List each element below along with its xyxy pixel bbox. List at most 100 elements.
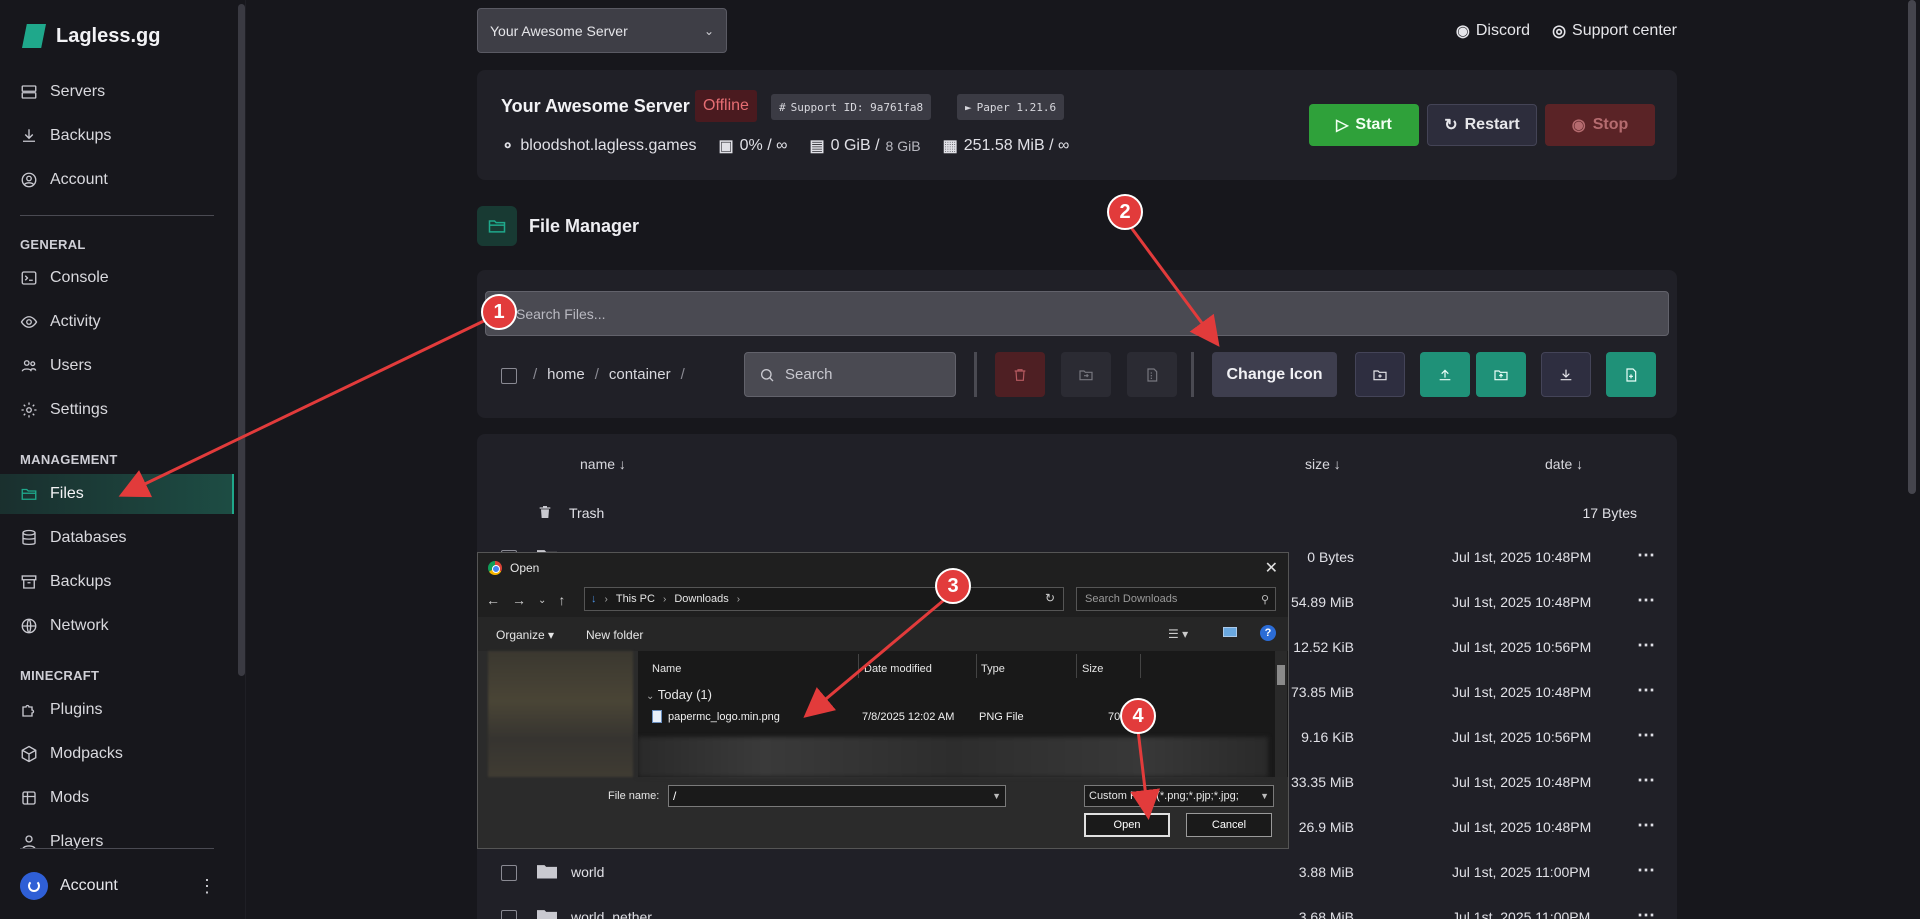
- more-horizontal-icon[interactable]: ⋯: [1637, 725, 1656, 746]
- sidebar-item-settings[interactable]: Settings: [20, 396, 108, 424]
- column-type[interactable]: Type: [981, 663, 1005, 675]
- sidebar-item-console[interactable]: Console: [20, 264, 109, 292]
- sidebar-item-activity[interactable]: Activity: [20, 308, 101, 336]
- sidebar-item-databases[interactable]: Databases: [20, 524, 127, 552]
- sidebar-item-plugins[interactable]: Plugins: [20, 696, 102, 724]
- breadcrumb: / home / container /: [533, 366, 685, 383]
- more-horizontal-icon[interactable]: ⋯: [1637, 770, 1656, 791]
- column-date[interactable]: date ↓: [1545, 456, 1583, 472]
- more-horizontal-icon[interactable]: ⋯: [1637, 860, 1656, 881]
- file-type-select[interactable]: Custom Files (*.png;*.pjp;*.jpg; ▼: [1084, 785, 1274, 807]
- dialog-scrollbar[interactable]: [1275, 651, 1287, 777]
- stop-button[interactable]: ◉ Stop: [1545, 104, 1655, 146]
- brand[interactable]: Lagless.gg: [22, 24, 160, 48]
- more-vertical-icon[interactable]: ⋮: [198, 876, 216, 897]
- new-file-button[interactable]: [1606, 352, 1656, 397]
- chevron-down-icon[interactable]: ⌄: [538, 595, 546, 606]
- sidebar-item-network[interactable]: Network: [20, 612, 109, 640]
- preview-pane-icon[interactable]: [1223, 627, 1237, 637]
- organize-menu[interactable]: Organize ▾: [496, 628, 554, 642]
- search-downloads-input[interactable]: Search Downloads ⚲: [1076, 587, 1276, 611]
- path-downloads[interactable]: Downloads: [674, 593, 728, 605]
- close-icon[interactable]: ✕: [1265, 558, 1278, 578]
- row-checkbox[interactable]: [501, 865, 517, 881]
- column-date-modified[interactable]: Date modified: [864, 663, 932, 675]
- file-plus-icon: [1626, 367, 1637, 382]
- change-icon-button[interactable]: Change Icon: [1212, 352, 1337, 397]
- sidebar-item-backups[interactable]: Backups: [20, 122, 111, 150]
- table-row[interactable]: world_nether 3.68 MiB Jul 1st, 2025 11:00P…: [477, 896, 1677, 919]
- select-all-checkbox[interactable]: [501, 368, 517, 384]
- back-arrow-icon[interactable]: ←: [486, 592, 500, 608]
- file-date: Jul 1st, 2025 10:48PM: [1452, 684, 1592, 700]
- sidebar-item-users[interactable]: Users: [20, 352, 92, 380]
- upload-folder-button[interactable]: [1476, 352, 1526, 397]
- restart-button[interactable]: ↻ Restart: [1427, 104, 1537, 146]
- column-size[interactable]: size ↓: [1305, 456, 1341, 472]
- support-id-chip[interactable]: # Support ID: 9a761fa8: [771, 94, 932, 120]
- chevron-down-icon[interactable]: ▼: [992, 791, 1001, 801]
- account-menu[interactable]: Account ⋮: [20, 872, 216, 900]
- delete-button[interactable]: [995, 352, 1045, 397]
- sidebar-scrollbar[interactable]: [238, 4, 245, 676]
- address-stat[interactable]: ⚬ bloodshot.lagless.games: [501, 136, 697, 156]
- more-horizontal-icon[interactable]: ⋯: [1637, 590, 1656, 611]
- page-scrollbar[interactable]: [1908, 0, 1916, 494]
- archive-button[interactable]: [1127, 352, 1177, 397]
- more-horizontal-icon[interactable]: ⋯: [1637, 635, 1656, 656]
- file-size: 0 Bytes: [1307, 549, 1354, 565]
- folder-icon: [537, 910, 557, 919]
- view-options-icon[interactable]: ☰ ▾: [1168, 627, 1188, 641]
- package-icon: [22, 791, 36, 805]
- sidebar-item-label: Files: [50, 485, 84, 502]
- sidebar-item-files[interactable]: Files: [20, 480, 84, 508]
- search-files-input[interactable]: Search Files...: [485, 291, 1669, 336]
- group-header[interactable]: ⌄ Today (1): [646, 687, 712, 702]
- sidebar-item-modpacks[interactable]: Modpacks: [20, 740, 123, 768]
- column-name[interactable]: Name: [652, 663, 681, 675]
- new-folder-button[interactable]: New folder: [586, 628, 643, 642]
- server-select[interactable]: Your Awesome Server ⌄: [477, 8, 727, 53]
- row-checkbox[interactable]: [501, 910, 517, 919]
- table-row[interactable]: world 3.88 MiB Jul 1st, 2025 11:00PM ⋯: [477, 851, 1677, 895]
- cancel-button[interactable]: Cancel: [1186, 813, 1272, 837]
- column-size[interactable]: Size: [1082, 663, 1103, 675]
- forward-arrow-icon[interactable]: →: [512, 592, 526, 608]
- trash-row[interactable]: Trash 17 Bytes: [477, 492, 1677, 536]
- search-input[interactable]: Search: [744, 352, 956, 397]
- sidebar-item-mods[interactable]: Mods: [20, 784, 89, 812]
- refresh-icon[interactable]: ↻: [1045, 591, 1055, 605]
- open-file-dialog: Open ✕ ← → ⌄ ↑ ↓ › This PC › Downloads ›…: [477, 552, 1289, 849]
- new-folder-button[interactable]: [1355, 352, 1405, 397]
- ram-stat: ▤ 0 GiB / 8 GiB: [810, 136, 921, 156]
- download-button[interactable]: [1541, 352, 1591, 397]
- start-button[interactable]: ▷ Start: [1309, 104, 1419, 146]
- support-link[interactable]: ◎ Support center: [1552, 21, 1677, 41]
- path-this-pc[interactable]: This PC: [616, 593, 655, 605]
- paper-icon: ►: [965, 100, 972, 114]
- address-bar[interactable]: ↓ › This PC › Downloads ›: [584, 587, 1064, 611]
- gear-icon: [21, 402, 37, 418]
- more-horizontal-icon[interactable]: ⋯: [1637, 545, 1656, 566]
- breadcrumb-container[interactable]: container: [609, 366, 671, 383]
- more-horizontal-icon[interactable]: ⋯: [1637, 905, 1656, 919]
- move-button[interactable]: [1061, 352, 1111, 397]
- sidebar-item-players[interactable]: Players: [20, 828, 103, 856]
- discord-link[interactable]: ◉ Discord: [1456, 21, 1530, 41]
- more-horizontal-icon[interactable]: ⋯: [1637, 815, 1656, 836]
- file-name-input[interactable]: / ▼: [668, 785, 1006, 807]
- sidebar-item-account[interactable]: Account: [20, 166, 108, 194]
- up-arrow-icon[interactable]: ↑: [558, 592, 565, 608]
- address-text: bloodshot.lagless.games: [520, 137, 697, 154]
- sidebar-item-backups-2[interactable]: Backups: [20, 568, 111, 596]
- open-button[interactable]: Open: [1084, 813, 1170, 837]
- upload-button[interactable]: [1420, 352, 1470, 397]
- breadcrumb-home[interactable]: home: [547, 366, 585, 383]
- help-icon[interactable]: ?: [1260, 625, 1276, 641]
- file-size: 33.35 MiB: [1290, 774, 1354, 790]
- file-name-label: File name:: [608, 790, 660, 802]
- sidebar-item-servers[interactable]: Servers: [20, 78, 105, 106]
- more-horizontal-icon[interactable]: ⋯: [1637, 680, 1656, 701]
- column-divider: [1140, 654, 1141, 678]
- column-name[interactable]: name ↓: [580, 456, 626, 472]
